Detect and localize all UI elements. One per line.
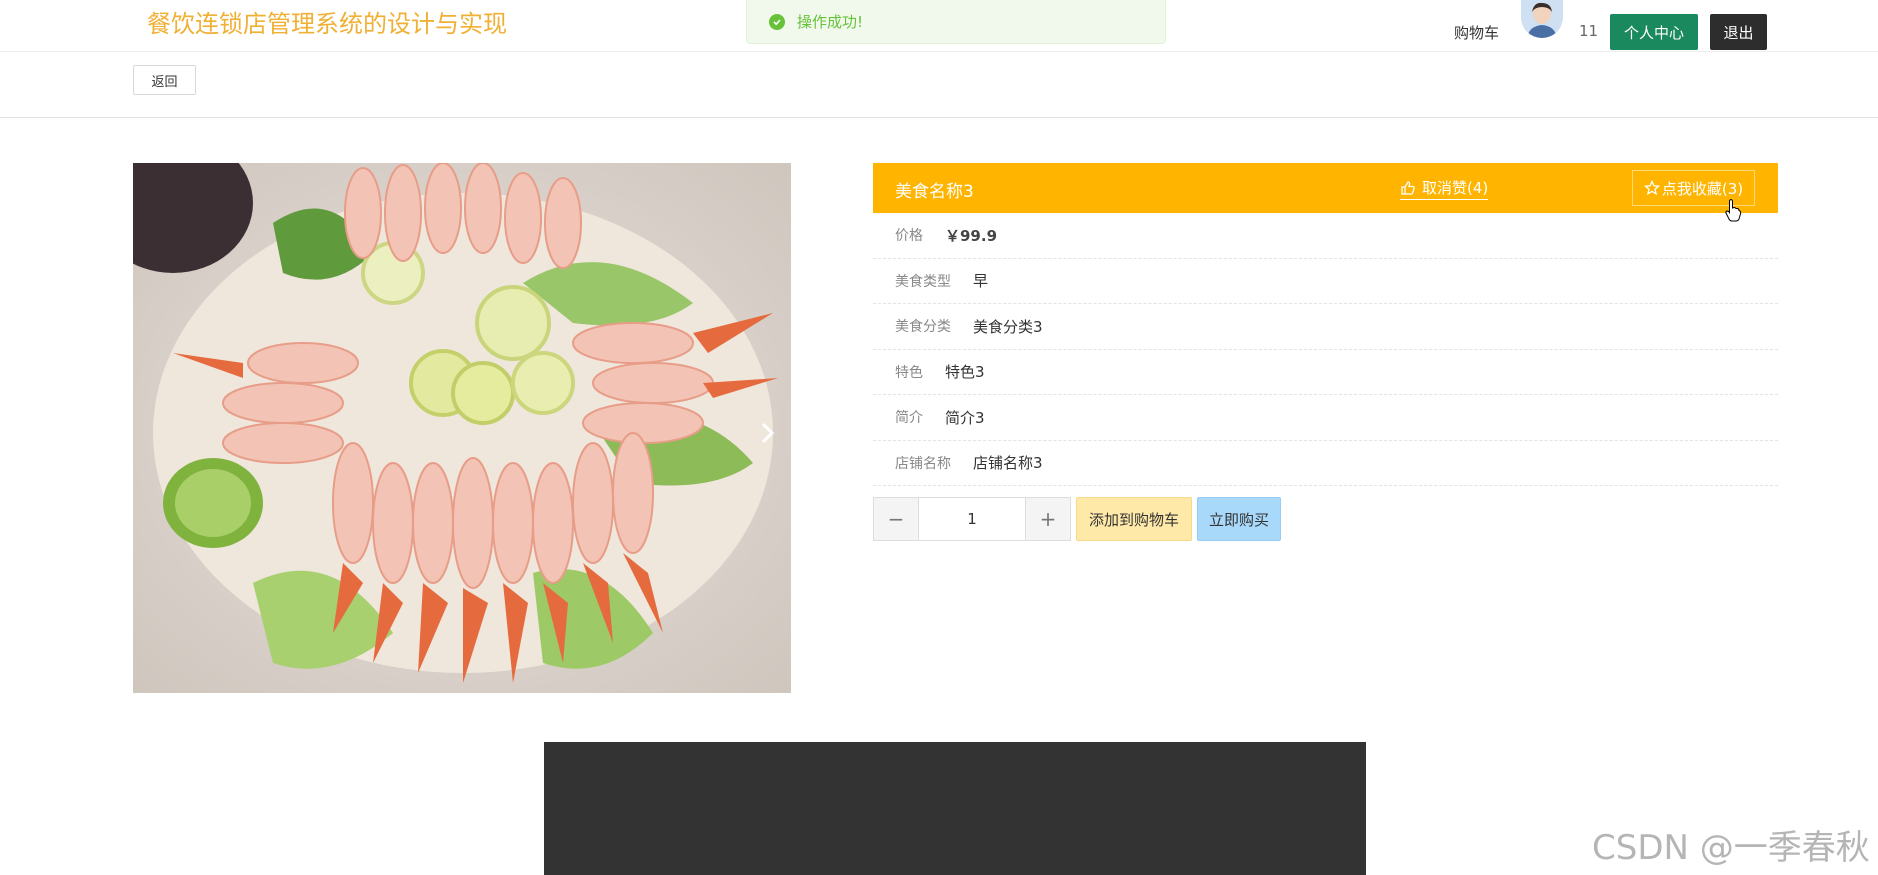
check-circle-icon — [769, 13, 785, 30]
field-row-price: 价格 ￥99.9 — [873, 213, 1778, 259]
field-row-category: 美食分类 美食分类3 — [873, 304, 1778, 350]
unlike-label: 取消赞(4) — [1422, 179, 1489, 197]
avatar[interactable] — [1521, 0, 1563, 38]
success-toast: 操作成功! — [746, 0, 1166, 44]
watermark: CSDN @一季春秋 — [1592, 828, 1870, 868]
field-row-shop: 店铺名称 店铺名称3 — [873, 441, 1778, 486]
plus-icon[interactable]: + — [1026, 498, 1070, 540]
unlike-button[interactable]: 取消赞(4) — [1400, 177, 1489, 200]
top-header: 餐饮连锁店管理系统的设计与实现 操作成功! 购物车 11 个人中心 退出 — [0, 0, 1878, 52]
user-count: 11 — [1579, 22, 1599, 40]
field-value: ￥99.9 — [945, 226, 998, 245]
minus-icon[interactable]: − — [874, 498, 918, 540]
thumbs-up-icon — [1401, 180, 1415, 195]
field-value: 特色3 — [945, 363, 985, 382]
product-image — [133, 163, 791, 693]
product-image-carousel[interactable] — [133, 163, 791, 693]
field-label: 美食分类 — [895, 319, 951, 336]
field-label: 店铺名称 — [895, 455, 951, 472]
purchase-controls: − + 添加到购物车 立即购买 — [873, 497, 1778, 541]
cart-link[interactable]: 购物车 — [1454, 22, 1499, 43]
field-row-type: 美食类型 早 — [873, 259, 1778, 304]
personal-center-button[interactable]: 个人中心 — [1610, 14, 1698, 50]
field-value: 店铺名称3 — [973, 454, 1043, 473]
product-detail-panel: 美食名称3 取消赞(4) 点我收藏(3) 价格 ￥99.9 美食类型 早 美食分… — [873, 163, 1778, 541]
star-icon — [1643, 180, 1660, 196]
field-value: 早 — [973, 272, 989, 291]
quantity-input[interactable] — [918, 498, 1026, 540]
field-label: 价格 — [895, 228, 923, 245]
field-label: 简介 — [895, 410, 923, 427]
footer — [544, 742, 1366, 875]
field-row-intro: 简介 简介3 — [873, 395, 1778, 441]
favorite-label: 点我收藏(3) — [1661, 179, 1744, 198]
field-value: 美食分类3 — [973, 317, 1043, 336]
back-button[interactable]: 返回 — [133, 65, 196, 95]
field-label: 特色 — [895, 364, 923, 381]
field-label: 美食类型 — [895, 273, 951, 290]
hand-cursor-icon — [1725, 199, 1742, 222]
product-title-bar: 美食名称3 取消赞(4) 点我收藏(3) — [873, 163, 1778, 222]
site-title[interactable]: 餐饮连锁店管理系统的设计与实现 — [147, 4, 507, 39]
field-value: 简介3 — [945, 408, 985, 427]
buy-now-button[interactable]: 立即购买 — [1197, 497, 1281, 541]
page: 餐饮连锁店管理系统的设计与实现 操作成功! 购物车 11 个人中心 退出 返回 — [0, 0, 1878, 875]
quantity-stepper: − + — [873, 497, 1071, 541]
back-bar: 返回 — [0, 52, 1878, 118]
toast-message: 操作成功! — [797, 13, 864, 31]
add-to-cart-button[interactable]: 添加到购物车 — [1076, 497, 1192, 541]
logout-button[interactable]: 退出 — [1710, 14, 1767, 50]
food-name: 美食名称3 — [895, 182, 974, 202]
chevron-right-icon[interactable] — [756, 418, 780, 448]
field-row-feature: 特色 特色3 — [873, 350, 1778, 395]
